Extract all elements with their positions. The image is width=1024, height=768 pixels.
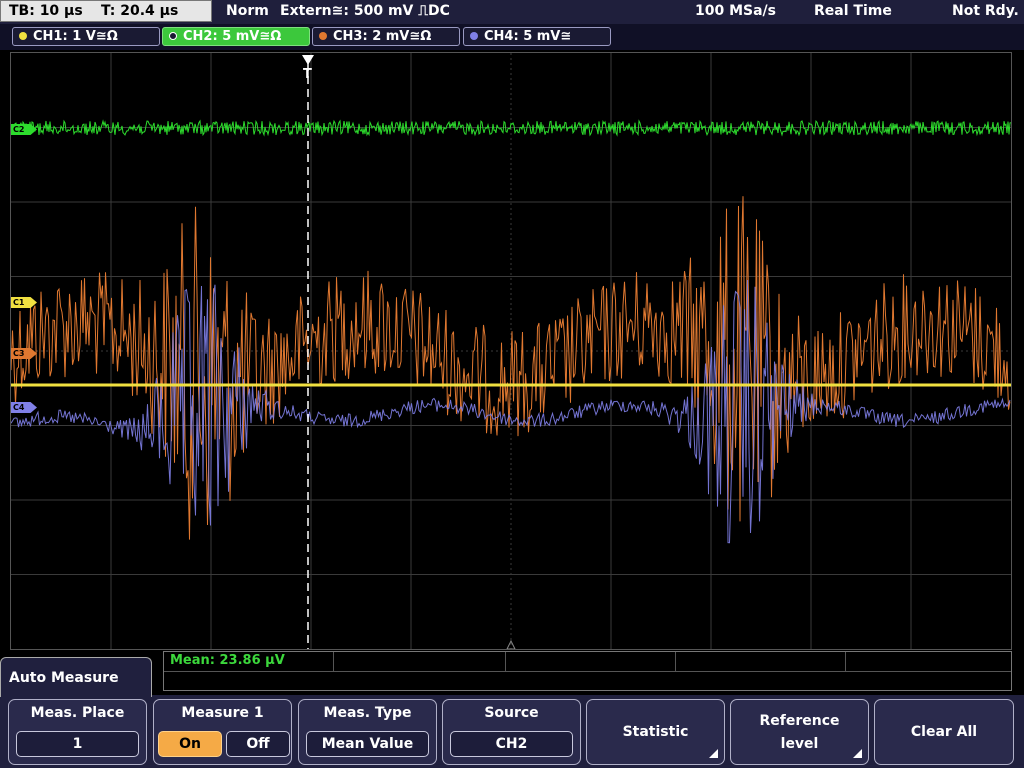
meas-cell-5 <box>846 652 1013 671</box>
tab-ch2[interactable]: CH2: 5 mV≅Ω <box>162 27 310 46</box>
meas-type-softkey[interactable]: Meas. Type Mean Value <box>298 699 437 765</box>
menu-title[interactable]: Auto Measure <box>0 657 152 697</box>
source-field[interactable]: CH2 <box>450 731 573 757</box>
measurement-results: Mean: 23.86 µV <box>163 651 1012 691</box>
meas-cell-1: Mean: 23.86 µV <box>164 652 334 671</box>
meas-cell-2 <box>334 652 506 671</box>
meas-place-label: Meas. Place <box>30 705 125 721</box>
meas-place-field[interactable]: 1 <box>16 731 139 757</box>
measure-off-button[interactable]: Off <box>226 731 290 757</box>
reference-label-1: Reference <box>759 713 840 729</box>
mean-measurement: Mean: 23.86 µV <box>170 653 285 668</box>
ch4-color-icon <box>470 32 478 40</box>
trigger-source[interactable]: Extern≅: 500 mV ⎍DC <box>280 0 450 23</box>
meas-cell-3 <box>506 652 676 671</box>
trigger-position-arrow-icon <box>302 55 314 65</box>
tab-ch1[interactable]: CH1: 1 V≅Ω <box>12 27 160 46</box>
waveform-canvas: T <box>11 53 1011 649</box>
reference-level-softkey[interactable]: Reference level <box>730 699 869 765</box>
sample-rate: 100 MSa/s <box>695 3 777 19</box>
source-label: Source <box>484 705 539 721</box>
trigger-mode[interactable]: Norm <box>226 0 269 23</box>
meas-cell-4 <box>676 652 846 671</box>
ch4-label: CH4: 5 mV≅ <box>484 29 572 44</box>
submenu-arrow-icon <box>853 749 862 758</box>
submenu-arrow-icon <box>709 749 718 758</box>
measure1-label: Measure 1 <box>181 705 264 721</box>
trigger-time-value: T: 20.4 µs <box>101 3 179 19</box>
meas-row-divider <box>164 671 1011 672</box>
waveform-display[interactable]: T C2 C1 C3 C4 <box>10 52 1012 650</box>
ch3-color-icon <box>319 32 327 40</box>
meas-type-label: Meas. Type <box>323 705 412 721</box>
meas-place-softkey[interactable]: Meas. Place 1 <box>8 699 147 765</box>
statistic-softkey[interactable]: Statistic <box>586 699 725 765</box>
source-softkey[interactable]: Source CH2 <box>442 699 581 765</box>
acquisition-mode[interactable]: Real Time <box>814 0 892 23</box>
status-bar: TB: 10 µs T: 20.4 µs Norm Extern≅: 500 m… <box>0 0 1024 24</box>
clear-all-label: Clear All <box>910 724 978 740</box>
meas-type-field[interactable]: Mean Value <box>306 731 429 757</box>
clear-all-softkey[interactable]: Clear All <box>874 699 1014 765</box>
statistic-label: Statistic <box>622 724 689 740</box>
timebase-value: TB: 10 µs <box>9 3 83 19</box>
reference-label-2: level <box>780 736 819 752</box>
tab-ch3[interactable]: CH3: 2 mV≅Ω <box>312 27 460 46</box>
measure-on-button[interactable]: On <box>158 731 222 757</box>
ch1-label: CH1: 1 V≅Ω <box>33 29 118 44</box>
ch2-color-icon <box>169 32 177 40</box>
tab-ch4[interactable]: CH4: 5 mV≅ <box>463 27 611 46</box>
measure1-softkey[interactable]: Measure 1 On Off <box>153 699 292 765</box>
timebase-box[interactable]: TB: 10 µs T: 20.4 µs <box>0 0 212 22</box>
ch3-label: CH3: 2 mV≅Ω <box>333 29 432 44</box>
ch2-label: CH2: 5 mV≅Ω <box>183 29 282 44</box>
ch1-color-icon <box>19 32 27 40</box>
trigger-t-icon: T <box>303 67 312 82</box>
channel-bar: CH1: 1 V≅Ω CH2: 5 mV≅Ω CH3: 2 mV≅Ω CH4: … <box>0 24 1024 50</box>
acquisition-state: Not Rdy. <box>952 3 1019 19</box>
